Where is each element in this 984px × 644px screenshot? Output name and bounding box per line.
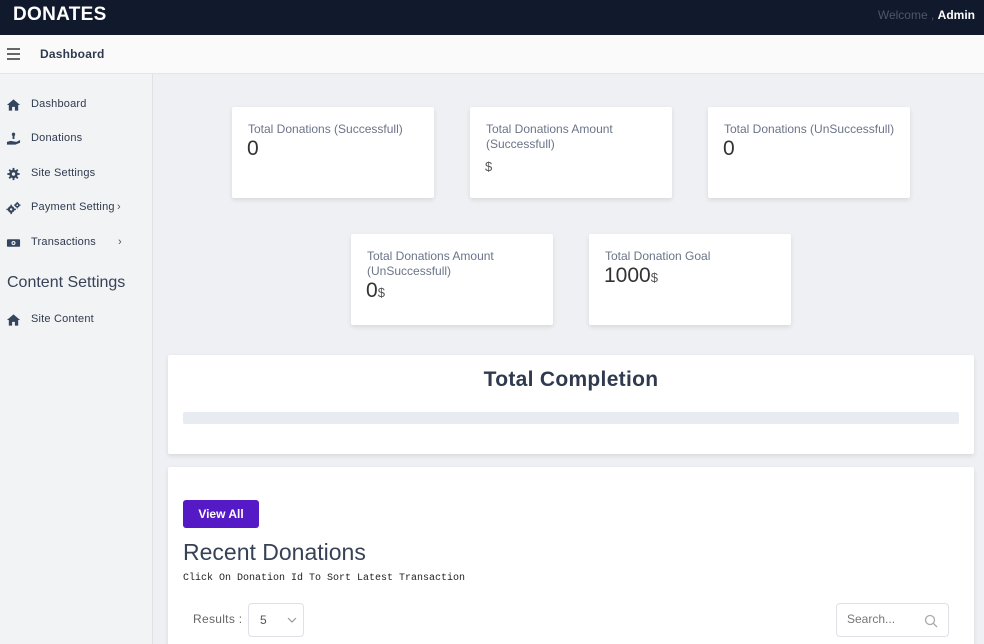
stat-value: 0: [723, 137, 735, 160]
recent-donations-card: View All Recent Donations Click On Donat…: [168, 467, 974, 644]
stat-card-successful-amount: Total Donations Amount (Successfull) $: [470, 107, 672, 198]
view-all-button[interactable]: View All: [183, 500, 259, 528]
chevron-right-icon: ›: [118, 236, 122, 248]
top-navbar: DONATES Welcome , Admin: [0, 0, 984, 35]
page-title: Dashboard: [40, 47, 105, 61]
sidebar-item-payment-setting[interactable]: Payment Setting ›: [0, 198, 153, 218]
page-header: Dashboard: [0, 35, 984, 74]
stat-card-successful-donations: Total Donations (Successfull) 0: [232, 107, 434, 198]
hamburger-menu-icon[interactable]: [7, 48, 20, 60]
completion-title: Total Completion: [483, 368, 659, 391]
stat-label: Total Donations Amount (UnSuccessfull): [367, 249, 494, 278]
results-per-page-select[interactable]: 5: [248, 603, 304, 637]
sidebar-item-label: Site Content: [31, 313, 94, 325]
brand-logo[interactable]: DONATES: [13, 4, 107, 26]
results-value: 5: [260, 613, 267, 627]
search-box: [836, 603, 949, 637]
stat-value: $: [485, 159, 493, 174]
search-input[interactable]: [847, 612, 917, 626]
stat-card-unsuccessful-donations: Total Donations (UnSuccessfull) 0: [708, 107, 910, 198]
sidebar-item-label: Donations: [31, 132, 83, 144]
recent-donations-title: Recent Donations: [183, 539, 366, 565]
stat-label: Total Donations (Successfull): [248, 122, 403, 136]
sidebar-item-transactions[interactable]: Transactions ›: [0, 233, 153, 253]
stat-label: Total Donation Goal: [605, 249, 711, 263]
sidebar-item-dashboard[interactable]: Dashboard: [0, 95, 153, 115]
welcome-label: Welcome ,: [877, 8, 935, 22]
stat-label: Total Donations (UnSuccessfull): [724, 122, 895, 136]
stat-value: 1000$: [604, 264, 658, 287]
section-heading: Content Settings: [7, 274, 126, 291]
chevron-down-icon: [287, 617, 297, 623]
sidebar-item-label: Transactions: [31, 236, 96, 248]
gear-icon: [7, 167, 20, 181]
sidebar-item-label: Site Settings: [31, 167, 96, 179]
recent-donations-hint: Click On Donation Id To Sort Latest Tran…: [183, 573, 466, 584]
stat-value: 0: [247, 137, 259, 160]
stat-card-donation-goal: Total Donation Goal 1000$: [589, 234, 791, 325]
search-icon[interactable]: [924, 614, 938, 628]
stat-value: 0$: [366, 279, 385, 302]
sidebar-item-label: Dashboard: [31, 98, 87, 110]
user-name[interactable]: Admin: [938, 8, 975, 22]
results-label: Results :: [193, 612, 243, 626]
sidebar-item-donations[interactable]: Donations: [0, 129, 153, 149]
chevron-right-icon: ›: [117, 201, 121, 213]
completion-card: Total Completion: [168, 355, 974, 454]
stat-label: Total Donations Amount (Successfull): [486, 122, 613, 151]
stat-card-unsuccessful-amount: Total Donations Amount (UnSuccessfull) 0…: [351, 234, 553, 325]
donate-hand-icon: [6, 132, 21, 145]
sidebar-item-site-settings[interactable]: Site Settings: [0, 164, 153, 184]
home-icon: [6, 314, 21, 326]
money-bill-icon: [6, 239, 21, 247]
sidebar-item-site-content[interactable]: Site Content: [0, 310, 153, 330]
home-icon: [6, 99, 21, 111]
sidebar: Dashboard Donations Site Settings Paymen…: [0, 74, 153, 644]
completion-progress-bar: [183, 412, 959, 424]
sidebar-item-label: Payment Setting: [31, 201, 115, 213]
gears-icon: [6, 201, 21, 215]
welcome-message: Welcome , Admin: [878, 8, 975, 22]
